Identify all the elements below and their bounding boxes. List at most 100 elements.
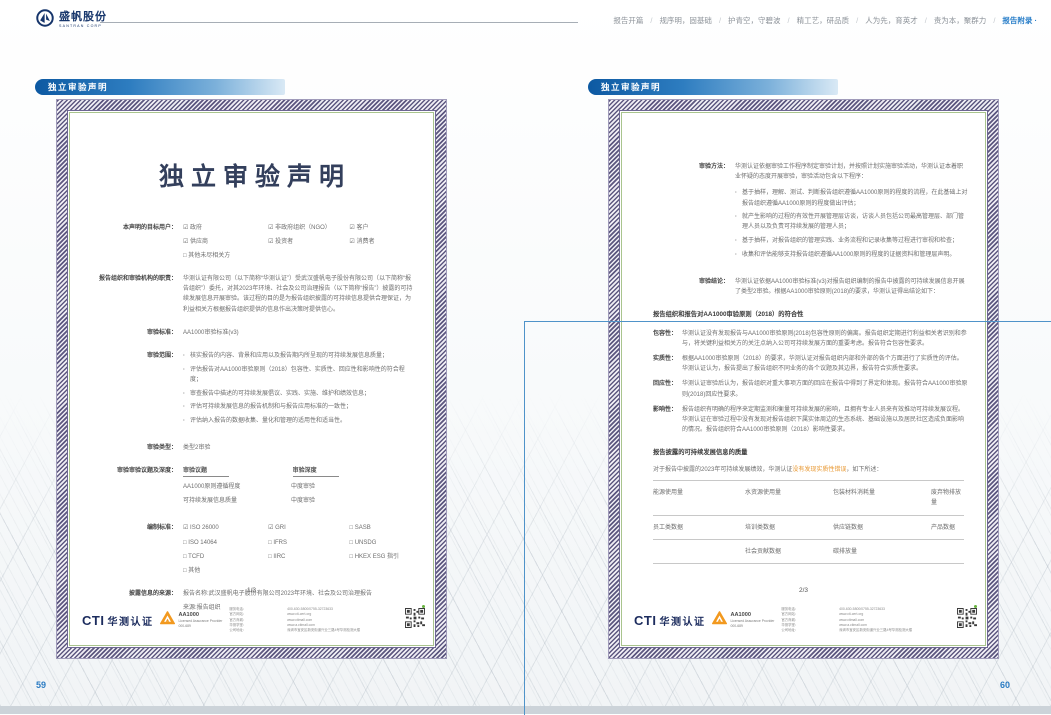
principle-item: 影响性：报告组织有明确的程序来定期监测和衡量可持续发展的影响，且拥有专业人员来有… [653,405,968,436]
checkbox-option: □ TCFD [183,552,268,562]
brand-subtitle: SANTRAN CORP [59,25,107,29]
topics-rows: AA1000原则遵循程度中度审验 可持续发展信息质量中度审验 [183,482,416,506]
topics-header: 审验议题 审验深度 [183,466,416,477]
checkbox-option: ☑ 政府 [183,223,268,233]
checkbox-option: ☑ 非政府组织（NGO） [268,223,349,233]
cti-logo: CTI 华测认证 [634,613,705,628]
responsibility-label: 报告组织和审验机构的职责： [87,274,183,315]
nav-item-report-appendix[interactable]: 报告附录 · [1002,15,1037,26]
contact-value: 400-630-5800/0755-32723633 [839,607,950,612]
compliance-heading: 报告组织和报告对AA1000审验原则（2018）的符合性 [653,310,968,321]
standard-label: 审验标准： [87,328,183,338]
contact-label: 官方商城： [229,618,284,623]
method-item: 基于抽样，理解、测试、判断报告组织遵循AA1000原则的程度的流程，在此基础上对… [735,188,968,208]
section-ribbon-left: 独立审验声明 [35,79,285,95]
cti-green-dot-icon [422,605,425,608]
contact-value: www.a.ctimall.com [839,623,950,628]
brand-logo-icon [36,9,54,32]
verified-data-row: 员工类数据培训类数据供应链数据产品数据 [653,515,964,539]
principle-item: 回应性：华测认证审验后认为，报告组织对重大事项方面的回应在报告中得到了界定和体现… [653,379,968,399]
verified-data-row: 能源使用量水资源使用量包装材料消耗量废弃物排放量 [653,480,964,514]
nav-separator: / [856,16,858,25]
nav-item[interactable]: 报告开篇 [613,15,643,26]
scope-item: 评估可持续发展信息的报告机制和与报告应用标准的一致性； [183,402,416,412]
contact-value: www.ctimall.com [839,618,950,623]
scope-item: 审查报告中描述的可持续发展倡议、实践、实施、维护和绩效信息； [183,389,416,399]
scope-label: 审验范围： [87,351,183,430]
qr-code [957,608,977,633]
nav-item[interactable]: 责为本，聚群力 [934,15,987,26]
cti-logo: CTI 华测认证 [82,613,153,628]
checkbox-option: □ IIRC [268,552,349,562]
nav-item[interactable]: 规序明，固基础 [659,15,712,26]
method-item: 就产生影响的过程的有效性开展管理层访谈，访谈人员包括公司最高管理层、部门管理人员… [735,212,968,232]
contact-value: 深圳市宝安区新安街道兴业三路4号华测检测大楼 [839,628,950,633]
cert-footer: CTI 华测认证 AA1000 Licensed Assurance Provi… [82,607,425,633]
criteria-checkbox-grid: ☑ ISO 26000☑ GRI□ SASB□ ISO 14064□ IFRS□… [183,523,416,576]
principle-item: 包容性：华测认证没有发现报告与AA1000审验原则(2018)包容性原则的偏离。… [653,329,968,349]
quality-intro: 对于报告中披露的2023年可持续发展绩效，华测认证没有发现实质性错误，如下所述： [653,465,968,475]
checkbox-option: □ 其他 [183,566,268,576]
topics-label: 审验审验议题及深度： [87,466,183,511]
audience-checkbox-grid: ☑ 政府☑ 非政府组织（NGO）☑ 客户☑ 供应商☑ 投资者☑ 消费者□ 其他未… [183,223,416,262]
contact-value: www.ctimall.com [287,618,398,623]
topics-row-item: AA1000原则遵循程度中度审验 [183,482,416,492]
principle-item: 实质性：根据AA1000审验原则（2018）的要求，华测认证对报告组织内部和外部… [653,354,968,374]
checkbox-option: ☑ 消费者 [349,237,416,247]
sheet-page-marker: 1/3 [67,587,436,594]
statement-title: 独立审验声明 [87,156,416,199]
scope-item: 评估报告对AA1000审验原则（2018）包容性、实质性、回应性和影响性的符合程… [183,365,416,385]
aa1000-badge: AA1000 Licensed Assurance Provider 000-6… [160,611,222,630]
verified-data-row: 社会贡献数据碳排放量 [653,539,964,563]
contact-value: 深圳市宝安区新安街道兴业三路4号华测检测大楼 [287,628,398,633]
verified-data-table: 能源使用量水资源使用量包装材料消耗量废弃物排放量 员工类数据培训类数据供应链数据… [653,480,964,564]
nav-item[interactable]: 精工艺，研品质 [797,15,850,26]
nav-separator: / [719,16,721,25]
contact-label: 官方网站： [781,612,836,617]
brand: 盛帆股份 SANTRAN CORP [36,9,107,32]
aa1000-triangle-icon [712,611,727,630]
checkbox-option: □ ISO 14064 [183,538,268,548]
sheet-page-marker: 2/3 [619,587,988,594]
method-item: 基于抽样，对报告组织的管理实践、业务流程和记录收集等过程进行审视和检查； [735,236,968,246]
quality-heading: 报告披露的可持续发展信息的质量 [653,448,968,459]
nav-item[interactable]: 护青空，守碧波 [728,15,781,26]
checkbox-option: □ HKEX ESG 指引 [349,552,416,562]
top-nav: 报告开篇 / 规序明，固基础 / 护青空，守碧波 / 精工艺，研品质 / 人为先… [613,15,1037,26]
method-label: 审验方法： [639,162,735,264]
conclusion-label: 审验结论： [639,277,735,297]
checkbox-option: □ 其他未尽相关方 [183,251,268,261]
scope-item: 评估纳入报告的数据收集、量化和管理的适用性和适当性。 [183,416,416,426]
method-list: 基于抽样，理解、测试、判断报告组织遵循AA1000原则的程度的流程，在此基础上对… [735,188,968,260]
contact-value: www.a.ctimall.com [287,623,398,628]
contact-label: 公司地址： [229,628,284,633]
checkbox-option: □ IFRS [268,538,349,548]
contact-label: 公司地址： [781,628,836,633]
assurance-statement-page-2: 审验方法： 华测认证依据审验工作程序制定审验计划，并按照计划实施审验活动，华测认… [609,100,998,658]
contact-block: 服务电话：400-630-5800/0755-32723633官方网站：www.… [229,607,398,633]
cti-green-dot-icon [974,605,977,608]
standard-text: AA1000审验标准(v3) [183,328,416,338]
page-number-right: 60 [1000,680,1010,690]
criteria-row: 编制标准： ☑ ISO 26000☑ GRI□ SASB□ ISO 14064□… [87,523,416,576]
type-row: 审验类型： 类型2审验 [87,443,416,453]
method-item: 收集和评估能够支持报告组织遵循AA1000原则的程度的证据资料和管理层声明。 [735,250,968,260]
nav-item[interactable]: 人为先，育英才 [865,15,918,26]
scope-item: 核实报告的内容、背景和应用以及报告期内所呈现的可持续发展信息质量； [183,351,416,361]
type-text: 类型2审验 [183,443,416,453]
topics-col2-header: 审验深度 [293,466,339,477]
qr-code [405,608,425,633]
checkbox-option: ☑ GRI [268,523,349,533]
method-row: 审验方法： 华测认证依据审验工作程序制定审验计划，并按照计划实施审验活动，华测认… [639,162,968,264]
contact-label: 官方网站： [229,612,284,617]
conclusion-text: 华测认证依据AA1000审验标准(v3)对报告组织编制的报告中披露的可持续发展信… [735,277,968,297]
responsibility-text: 华测认证有限公司（以下简称“华测认证”）受武汉盛帆电子股份有限公司（以下简称“报… [183,274,416,315]
checkbox-option: ☑ ISO 26000 [183,523,268,533]
audience-row: 本声明的目标用户： ☑ 政府☑ 非政府组织（NGO）☑ 客户☑ 供应商☑ 投资者… [87,223,416,262]
checkbox-option: □ UNSDG [349,538,416,548]
scope-list: 核实报告的内容、背景和应用以及报告期内所呈现的可持续发展信息质量； 评估报告对AA… [183,351,416,430]
method-intro: 华测认证依据审验工作程序制定审验计划，并按照计划实施审验活动，华测认证本着职业怀… [735,162,968,182]
checkbox-option: ☑ 客户 [349,223,416,233]
topics-row-item: 可持续发展信息质量中度审验 [183,496,416,506]
page-number-left: 59 [36,680,46,690]
